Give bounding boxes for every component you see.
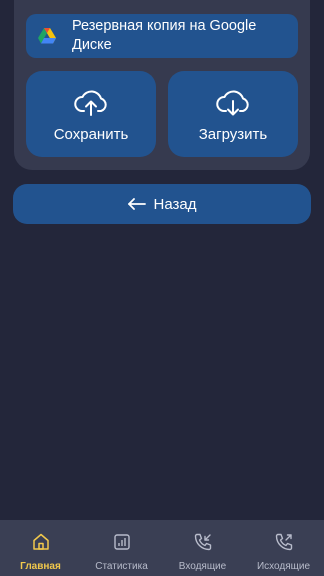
nav-label-incoming: Входящие [178,561,227,572]
drive-backup-label: Резервная копия на Google Диске [72,18,257,53]
cloud-upload-icon [74,90,107,116]
incoming-call-icon [194,533,211,551]
load-button[interactable]: Загрузить [168,71,298,157]
save-button-label: Сохранить [53,126,129,143]
nav-label-home: Главная [20,561,61,572]
save-button[interactable]: Сохранить [26,71,156,157]
back-button-label: Назад [153,195,197,213]
stats-icon [113,534,130,550]
nav-item-outgoing[interactable]: Исходящие [243,520,324,576]
nav-item-home[interactable]: Главная [0,520,81,576]
load-button-label: Загрузить [198,126,268,143]
cloud-download-icon [216,90,249,116]
nav-item-incoming[interactable]: Входящие [162,520,243,576]
outgoing-call-icon [275,533,292,551]
arrow-left-icon [127,198,146,210]
bottom-navigation: Главная Статистика Входящие Исходящие [0,520,324,576]
nav-label-statistics: Статистика [95,561,148,572]
back-button[interactable]: Назад [13,184,311,224]
nav-item-statistics[interactable]: Статистика [81,520,162,576]
nav-label-outgoing: Исходящие [256,561,311,572]
home-icon [32,533,49,550]
backup-card: Резервная копия на Google Диске Сохранит… [14,0,310,170]
google-drive-icon [38,28,56,44]
google-drive-backup-row[interactable]: Резервная копия на Google Диске [26,14,298,58]
